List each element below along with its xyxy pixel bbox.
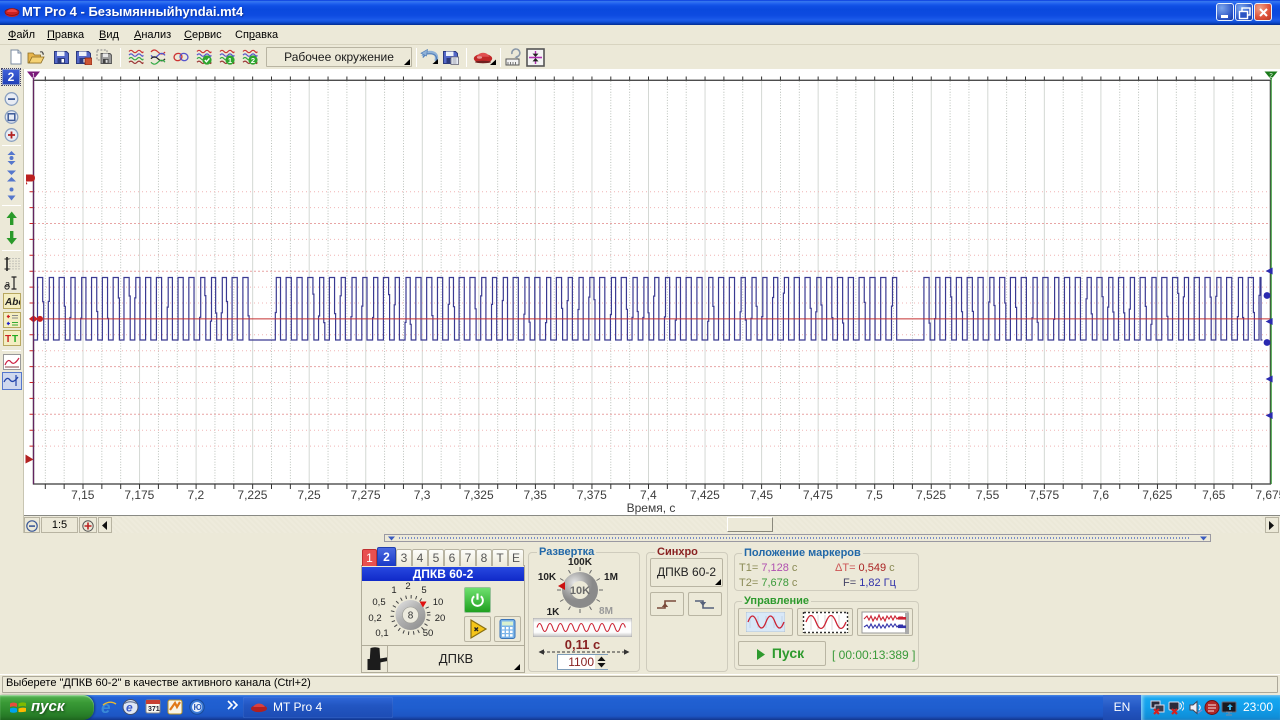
- svg-text:7,35: 7,35: [524, 488, 548, 502]
- svg-text:T: T: [12, 334, 18, 345]
- svg-text:1: 1: [32, 73, 36, 80]
- svg-text:1M: 1M: [604, 572, 618, 583]
- svg-text:7,675: 7,675: [1255, 488, 1280, 502]
- svg-text:8: 8: [408, 611, 414, 622]
- svg-text:10K: 10K: [570, 585, 590, 597]
- svg-text:5: 5: [421, 585, 426, 596]
- svg-text:100K: 100K: [568, 558, 593, 568]
- svg-text:0,1: 0,1: [375, 628, 388, 639]
- svg-text:Время, с: Время, с: [627, 501, 676, 515]
- svg-text:7,275: 7,275: [351, 488, 381, 502]
- svg-text:10: 10: [433, 597, 444, 608]
- svg-text:0,5: 0,5: [372, 597, 385, 608]
- svg-text:T: T: [5, 334, 11, 345]
- svg-text:7,65: 7,65: [1202, 488, 1226, 502]
- svg-text:7,15: 7,15: [71, 488, 95, 502]
- svg-text:7,475: 7,475: [803, 488, 833, 502]
- svg-text:7,525: 7,525: [916, 488, 946, 502]
- svg-text:7,175: 7,175: [124, 488, 154, 502]
- svg-text:7,425: 7,425: [690, 488, 720, 502]
- svg-text:7,2: 7,2: [188, 488, 205, 502]
- svg-text:371: 371: [148, 706, 160, 713]
- svg-text:7,55: 7,55: [976, 488, 1000, 502]
- svg-text:7,375: 7,375: [577, 488, 607, 502]
- svg-text:7,225: 7,225: [237, 488, 267, 502]
- svg-text:7,45: 7,45: [750, 488, 774, 502]
- svg-text:10K: 10K: [538, 572, 557, 583]
- svg-text:7,3: 7,3: [414, 488, 431, 502]
- svg-text:7,25: 7,25: [297, 488, 321, 502]
- svg-text:Ю: Ю: [194, 703, 202, 712]
- svg-text:7,6: 7,6: [1092, 488, 1109, 502]
- svg-text:7,4: 7,4: [640, 488, 657, 502]
- svg-text:1: 1: [228, 56, 232, 65]
- svg-text:e: e: [101, 698, 110, 716]
- svg-text:7,625: 7,625: [1142, 488, 1172, 502]
- svg-text:2: 2: [1269, 73, 1273, 80]
- svg-text:Abc: Abc: [4, 297, 20, 308]
- svg-text:2: 2: [251, 56, 255, 65]
- svg-text:7,5: 7,5: [866, 488, 883, 502]
- svg-text:0,2: 0,2: [368, 613, 381, 624]
- svg-text:7,575: 7,575: [1029, 488, 1059, 502]
- svg-text:1: 1: [391, 585, 396, 596]
- svg-text:20: 20: [435, 613, 446, 624]
- svg-text:8M: 8M: [599, 606, 613, 617]
- svg-text:50: 50: [423, 628, 434, 639]
- svg-text:2: 2: [405, 581, 410, 592]
- svg-text:7,325: 7,325: [464, 488, 494, 502]
- svg-text:1K: 1K: [547, 607, 561, 618]
